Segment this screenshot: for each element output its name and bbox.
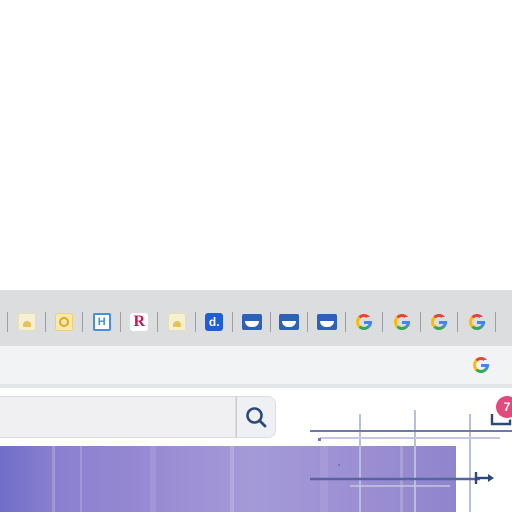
bookmark-item[interactable]: [308, 310, 346, 334]
bookmark-item[interactable]: [421, 310, 459, 334]
search-input[interactable]: [0, 396, 236, 438]
bookmark-partial[interactable]: [0, 310, 8, 334]
notification-badge: 7: [496, 396, 512, 418]
bookmark-item[interactable]: [271, 310, 309, 334]
h-bracket-favicon-icon: H: [92, 313, 111, 331]
bookmark-item[interactable]: [458, 310, 496, 334]
bookmark-item[interactable]: [158, 310, 196, 334]
google-g-icon: [468, 313, 486, 331]
search-button[interactable]: [236, 396, 276, 438]
bookmark-item[interactable]: H: [83, 310, 121, 334]
page-content: [0, 388, 512, 512]
google-g-icon: [473, 357, 489, 373]
google-g-icon: [393, 313, 411, 331]
boat-favicon-icon: [279, 314, 300, 330]
bookmark-item[interactable]: [496, 310, 512, 334]
boat-favicon-icon: [241, 314, 262, 330]
bookmarks-bar: H R d.: [0, 290, 512, 347]
blank-page-area: [0, 0, 512, 290]
sun-yellow-favicon-icon: [55, 313, 74, 331]
bookmark-item[interactable]: [46, 310, 84, 334]
google-g-icon: [355, 313, 373, 331]
hero-banner: [0, 446, 456, 512]
browser-window: H R d. 7: [0, 0, 512, 512]
arrow-right-bar-icon[interactable]: [474, 470, 498, 486]
browser-toolbar: [0, 346, 512, 384]
bookmark-list: H R d.: [0, 310, 512, 334]
sun-pale-favicon-icon: [167, 313, 186, 331]
boat-favicon-icon: [316, 314, 337, 330]
d-letter-favicon-icon: d.: [205, 313, 224, 331]
bookmark-item[interactable]: [346, 310, 384, 334]
r-letter-favicon-icon: R: [130, 313, 149, 331]
sun-pale-favicon-icon: [17, 313, 36, 331]
bookmark-item[interactable]: [8, 310, 46, 334]
google-account-button[interactable]: [473, 357, 489, 373]
bookmark-item[interactable]: R: [121, 310, 159, 334]
google-g-icon: [430, 313, 448, 331]
search-icon: [246, 407, 267, 428]
bookmark-item[interactable]: d.: [196, 310, 234, 334]
bookmark-item[interactable]: [383, 310, 421, 334]
bookmark-item[interactable]: [233, 310, 271, 334]
